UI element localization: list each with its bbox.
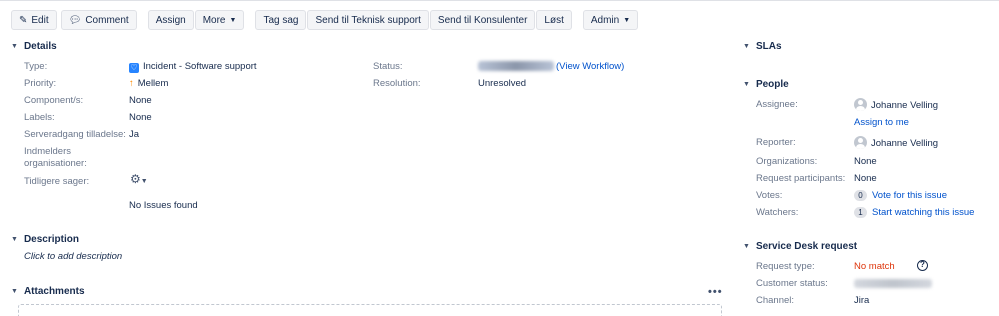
send-konsulenter-button[interactable]: Send til Konsulenter (429, 10, 536, 30)
resolution-value: Unresolved (478, 78, 527, 89)
votes-label: Votes: (756, 190, 783, 201)
chevron-down-icon: ▼ (623, 16, 631, 24)
chevron-down-icon: ▼ (743, 243, 750, 250)
lost-button[interactable]: Løst (536, 10, 572, 30)
slas-section-toggle[interactable]: ▼ SLAs (743, 41, 782, 52)
send-teknisk-support-button[interactable]: Send til Teknisk support (307, 10, 429, 30)
top-border (0, 0, 999, 3)
request-type-value: No match (854, 261, 895, 272)
view-workflow-link[interactable]: (View Workflow) (556, 61, 624, 72)
comment-icon: 💬︎ (68, 14, 82, 26)
watchers-count-badge: 1 (854, 207, 867, 218)
votes-value: 0 Vote for this issue (854, 190, 947, 202)
description-section-toggle[interactable]: ▼ Description (11, 234, 79, 245)
chevron-down-icon: ▼ (743, 43, 750, 50)
resolution-label: Resolution: (373, 78, 421, 89)
request-participants-value: None (854, 173, 877, 184)
help-icon[interactable]: ? (917, 260, 928, 271)
attachments-more-icon[interactable]: ••• (708, 286, 723, 298)
avatar (854, 136, 867, 149)
serveradgang-label: Serveradgang tilladelse: (24, 129, 126, 140)
channel-label: Channel: (756, 295, 795, 306)
customer-status-value (854, 278, 932, 290)
description-placeholder[interactable]: Click to add description (24, 251, 122, 262)
assignee-value[interactable]: Johanne Velling (854, 98, 938, 112)
tidligere-sager-label: Tidligere sager: (24, 176, 90, 187)
request-participants-label: Request participants: (756, 173, 846, 184)
avatar (854, 98, 867, 111)
comment-button[interactable]: 💬︎ Comment (60, 10, 137, 30)
chevron-down-icon: ▼ (11, 288, 18, 295)
votes-count-badge: 0 (854, 190, 867, 201)
components-value[interactable]: None (129, 95, 152, 107)
watchers-label: Watchers: (756, 207, 799, 218)
watchers-value: 1 Start watching this issue (854, 207, 974, 219)
details-section-toggle[interactable]: ▼ Details (11, 41, 57, 52)
service-desk-section-toggle[interactable]: ▼ Service Desk request (743, 241, 857, 252)
admin-button[interactable]: Admin ▼ (582, 10, 639, 30)
chevron-down-icon: ▼ (11, 236, 18, 243)
components-label: Component/s: (24, 95, 84, 106)
reporter-value[interactable]: Johanne Velling (854, 136, 938, 150)
issue-toolbar: ✎ Edit 💬︎ Comment Assign More ▼ Tag sag Sen… (11, 10, 639, 30)
indmelders-label-line1: Indmelders (24, 146, 71, 157)
channel-value: Jira (854, 295, 870, 306)
no-issues-text: No Issues found (129, 200, 198, 211)
assign-to-me-link[interactable]: Assign to me (854, 117, 909, 129)
description-heading: Description (23, 234, 79, 245)
customer-status-label: Customer status: (756, 278, 828, 289)
attachments-section-toggle[interactable]: ▼ Attachments (11, 286, 85, 297)
chevron-down-icon: ▼ (11, 43, 18, 50)
slas-heading: SLAs (755, 41, 782, 52)
status-value: (View Workflow) (478, 61, 624, 73)
more-button[interactable]: More ▼ (194, 10, 245, 30)
attachments-dropzone[interactable] (18, 304, 722, 316)
labels-value[interactable]: None (129, 112, 152, 124)
priority-label: Priority: (24, 78, 57, 89)
people-section-toggle[interactable]: ▼ People (743, 79, 789, 90)
watch-link[interactable]: Start watching this issue (872, 207, 974, 218)
status-lozenge[interactable] (478, 61, 554, 72)
indmelders-label-line2: organisationer: (24, 158, 87, 169)
customer-status-blurred (854, 278, 932, 288)
priority-value: ↑ Mellem (129, 78, 169, 89)
type-value: ♡ Incident - Software support (129, 61, 257, 73)
request-type-label: Request type: (756, 261, 815, 272)
chevron-down-icon: ▼ (743, 81, 750, 88)
arrow-up-icon: ↑ (129, 78, 134, 89)
serveradgang-value[interactable]: Ja (129, 129, 139, 141)
assignee-label: Assignee: (756, 99, 798, 110)
attachments-heading: Attachments (23, 286, 85, 297)
organizations-label: Organizations: (756, 156, 818, 167)
incident-icon: ♡ (129, 63, 139, 73)
chevron-down-icon: ▼ (229, 16, 237, 24)
labels-label: Labels: (24, 112, 55, 123)
reporter-label: Reporter: (756, 137, 796, 148)
assign-button[interactable]: Assign (147, 10, 194, 30)
gear-dropdown-icon[interactable]: ⚙▼ (130, 172, 148, 186)
status-label: Status: (373, 61, 403, 72)
vote-link[interactable]: Vote for this issue (872, 190, 947, 201)
organizations-value: None (854, 156, 877, 167)
type-label: Type: (24, 61, 48, 72)
people-heading: People (755, 79, 789, 90)
edit-button[interactable]: ✎ Edit (11, 10, 57, 30)
pencil-icon: ✎ (19, 14, 28, 26)
tag-sag-button[interactable]: Tag sag (255, 10, 307, 30)
service-desk-heading: Service Desk request (755, 241, 858, 252)
details-heading: Details (23, 41, 57, 52)
